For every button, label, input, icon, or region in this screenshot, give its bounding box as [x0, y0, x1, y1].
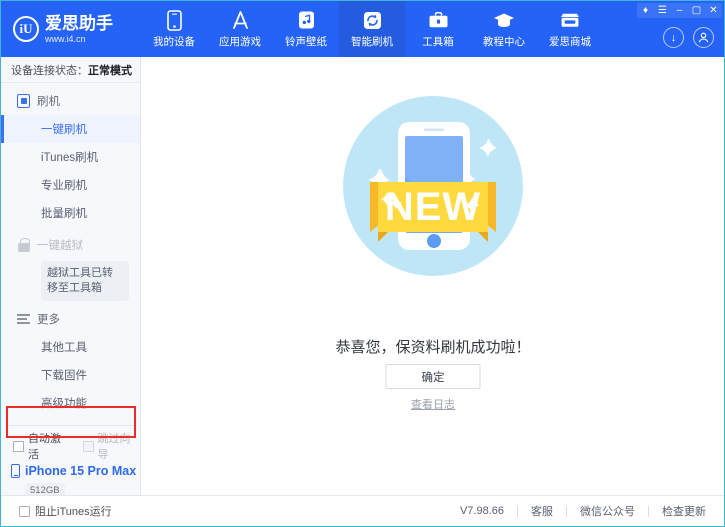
wechat-official-link[interactable]: 微信公众号: [580, 503, 635, 519]
brand-logo-area: iU 爱思助手 www.i4.cn: [1, 1, 141, 57]
refresh-icon: [363, 10, 382, 31]
tab-smart-flash[interactable]: 智能刷机: [339, 1, 405, 57]
view-log-link[interactable]: 查看日志: [142, 396, 724, 412]
sidebar-item-other-tools-label: 其他工具: [41, 342, 87, 354]
skip-wizard-checkbox: 跳过向导: [82, 430, 141, 462]
toolbox-icon: [428, 10, 449, 31]
tab-smart-flash-label: 智能刷机: [351, 35, 393, 48]
brand-name: 爱思助手: [45, 13, 113, 33]
tab-tutorial-center-label: 教程中心: [483, 35, 525, 48]
version-text: V7.98.66: [459, 505, 504, 517]
sidebar-group-flash-label: 刷机: [37, 96, 60, 108]
download-icon[interactable]: ↓: [663, 27, 684, 48]
auto-activate-checkbox-box[interactable]: [13, 440, 24, 452]
graduation-cap-icon: [493, 10, 515, 31]
brand-url: www.i4.cn: [45, 33, 86, 44]
confirm-button[interactable]: 确定: [385, 364, 481, 389]
new-phone-badge-illustration: NEW: [326, 79, 540, 298]
sidebar-item-advanced-features[interactable]: 高级功能: [1, 389, 140, 417]
minimize-icon[interactable]: –: [671, 3, 688, 18]
skip-wizard-label: 跳过向导: [97, 433, 131, 461]
skin-icon[interactable]: ♦: [637, 3, 654, 18]
status-bar-right: V7.98.66 客服 微信公众号 检查更新: [460, 503, 724, 519]
block-itunes-label: 阻止iTunes运行: [35, 506, 112, 518]
status-separator-1: [517, 505, 518, 517]
sidebar-item-batch-flash[interactable]: 批量刷机: [1, 199, 140, 227]
status-separator-3: [648, 505, 649, 517]
tab-apps-games[interactable]: 应用游戏: [207, 1, 273, 57]
sidebar-item-other-tools[interactable]: 其他工具: [1, 333, 140, 361]
menu-icon[interactable]: ☰: [654, 3, 671, 18]
sidebar-group-more: 更多: [1, 305, 140, 333]
tab-apps-games-label: 应用游戏: [219, 35, 261, 48]
tab-ringtones-wallpaper[interactable]: 铃声壁纸: [273, 1, 339, 57]
sidebar-group-flash: 刷机: [1, 87, 140, 115]
status-separator-2: [566, 505, 567, 517]
sidebar-options: 自动激活 跳过向导: [1, 430, 141, 462]
sidebar-item-advanced-features-label: 高级功能: [41, 398, 87, 410]
svg-text:NEW: NEW: [385, 185, 481, 229]
connection-status-value: 正常模式: [88, 64, 132, 77]
device-name: iPhone 15 Pro Max: [25, 464, 137, 478]
flash-icon: [17, 94, 30, 108]
sidebar-group-jailbreak: 一键越狱: [1, 231, 140, 259]
store-icon: [559, 10, 581, 31]
sidebar-divider: [7, 425, 134, 426]
lock-icon: [17, 238, 30, 252]
sidebar-item-batch-flash-label: 批量刷机: [41, 208, 87, 220]
appstore-icon: [230, 10, 251, 31]
sidebar-item-pro-flash-label: 专业刷机: [41, 180, 87, 192]
check-update-link[interactable]: 检查更新: [662, 503, 706, 519]
app-header: iU 爱思助手 www.i4.cn 我的设备 应用游戏 铃声壁纸 智能刷机 工具…: [1, 1, 724, 57]
header-right-actions: ↓: [663, 27, 714, 48]
tab-ringtones-wallpaper-label: 铃声壁纸: [285, 35, 327, 48]
sidebar-item-download-firmware[interactable]: 下载固件: [1, 361, 140, 389]
main-nav-tabs: 我的设备 应用游戏 铃声壁纸 智能刷机 工具箱 教程中心 爱思商城: [141, 1, 603, 57]
sidebar-group-more-label: 更多: [37, 314, 60, 326]
main-content: NEW 恭喜您，保资料刷机成功啦！ 确定 查看日志: [142, 57, 724, 495]
sidebar-item-download-firmware-label: 下载固件: [41, 370, 87, 382]
jailbreak-moved-tooltip: 越狱工具已转移至工具箱: [41, 261, 129, 301]
sidebar-item-itunes-flash[interactable]: iTunes刷机: [1, 143, 140, 171]
connection-status-label: 设备连接状态：: [11, 64, 88, 77]
tab-toolbox-label: 工具箱: [422, 35, 454, 48]
close-icon[interactable]: ✕: [705, 3, 722, 18]
bars-icon: [17, 313, 30, 325]
device-phone-icon: [11, 464, 20, 478]
tab-my-device-label: 我的设备: [153, 35, 195, 48]
sidebar-item-itunes-flash-label: iTunes刷机: [41, 152, 99, 164]
maximize-icon[interactable]: ▢: [688, 3, 705, 18]
connection-status: 设备连接状态： 正常模式: [1, 57, 140, 83]
i4-logo-icon: iU: [13, 16, 39, 42]
auto-activate-label: 自动激活: [28, 433, 61, 461]
window-controls: ♦ ☰ – ▢ ✕: [637, 3, 722, 18]
account-avatar-icon[interactable]: [693, 27, 714, 48]
sidebar-item-pro-flash[interactable]: 专业刷机: [1, 171, 140, 199]
tab-my-device[interactable]: 我的设备: [141, 1, 207, 57]
block-itunes-checkbox[interactable]: 阻止iTunes运行: [1, 503, 112, 519]
device-name-row: iPhone 15 Pro Max: [11, 464, 140, 478]
tab-i4-store-label: 爱思商城: [549, 35, 591, 48]
sidebar: 设备连接状态： 正常模式 刷机 一键刷机 iTunes刷机 专业刷机 批量刷机 一…: [1, 57, 141, 524]
sidebar-item-one-click-flash[interactable]: 一键刷机: [1, 115, 140, 143]
brand-text: 爱思助手 www.i4.cn: [45, 15, 113, 44]
status-bar: 阻止iTunes运行 V7.98.66 客服 微信公众号 检查更新: [1, 495, 724, 526]
tab-i4-store[interactable]: 爱思商城: [537, 1, 603, 57]
sidebar-item-one-click-flash-label: 一键刷机: [41, 124, 87, 136]
music-icon: [297, 10, 316, 31]
tab-tutorial-center[interactable]: 教程中心: [471, 1, 537, 57]
tab-toolbox[interactable]: 工具箱: [405, 1, 471, 57]
phone-icon: [166, 9, 182, 31]
success-message: 恭喜您，保资料刷机成功啦！: [335, 339, 531, 356]
sidebar-group-jailbreak-label: 一键越狱: [37, 240, 83, 252]
app-window: iU 爱思助手 www.i4.cn 我的设备 应用游戏 铃声壁纸 智能刷机 工具…: [0, 0, 725, 527]
skip-wizard-checkbox-box: [82, 440, 94, 452]
auto-activate-checkbox[interactable]: 自动激活: [13, 430, 71, 462]
customer-service-link[interactable]: 客服: [531, 503, 553, 519]
block-itunes-checkbox-box[interactable]: [19, 505, 30, 517]
